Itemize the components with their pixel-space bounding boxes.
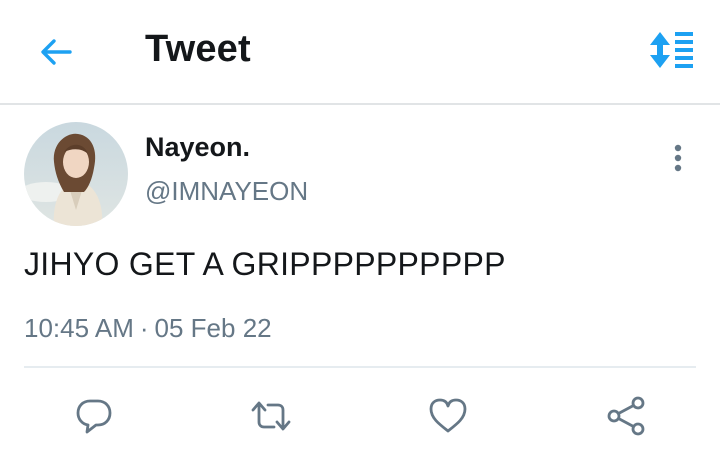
- more-vertical-icon: [674, 144, 682, 172]
- tweet-time: 10:45 AM: [24, 313, 134, 343]
- separator: ·: [139, 313, 149, 343]
- tweet-text: JIHYO GET A GRIPPPPPPPPPP: [24, 246, 506, 282]
- reply-button[interactable]: [70, 392, 118, 440]
- like-button[interactable]: [424, 392, 472, 440]
- profile-photo: [24, 122, 128, 226]
- retweet-button[interactable]: [247, 392, 295, 440]
- back-button[interactable]: [34, 30, 78, 74]
- share-button[interactable]: [602, 392, 650, 440]
- sort-button[interactable]: [644, 28, 700, 72]
- avatar[interactable]: [24, 122, 128, 226]
- page-title: Tweet: [145, 28, 251, 70]
- more-options-button[interactable]: [660, 138, 696, 178]
- share-icon: [607, 396, 645, 436]
- retweet-icon: [251, 401, 291, 431]
- tweet-date: 05 Feb 22: [154, 313, 272, 343]
- reply-icon: [76, 399, 112, 434]
- tweet-timestamp: 10:45 AM · 05 Feb 22: [24, 313, 272, 344]
- like-icon: [429, 398, 467, 433]
- user-handle[interactable]: @IMNAYEON: [145, 176, 308, 207]
- top-bar: Tweet: [0, 0, 720, 105]
- display-name[interactable]: Nayeon.: [145, 132, 250, 163]
- divider: [24, 366, 696, 368]
- sort-list-icon: [650, 32, 693, 68]
- arrow-left-icon: [41, 39, 72, 65]
